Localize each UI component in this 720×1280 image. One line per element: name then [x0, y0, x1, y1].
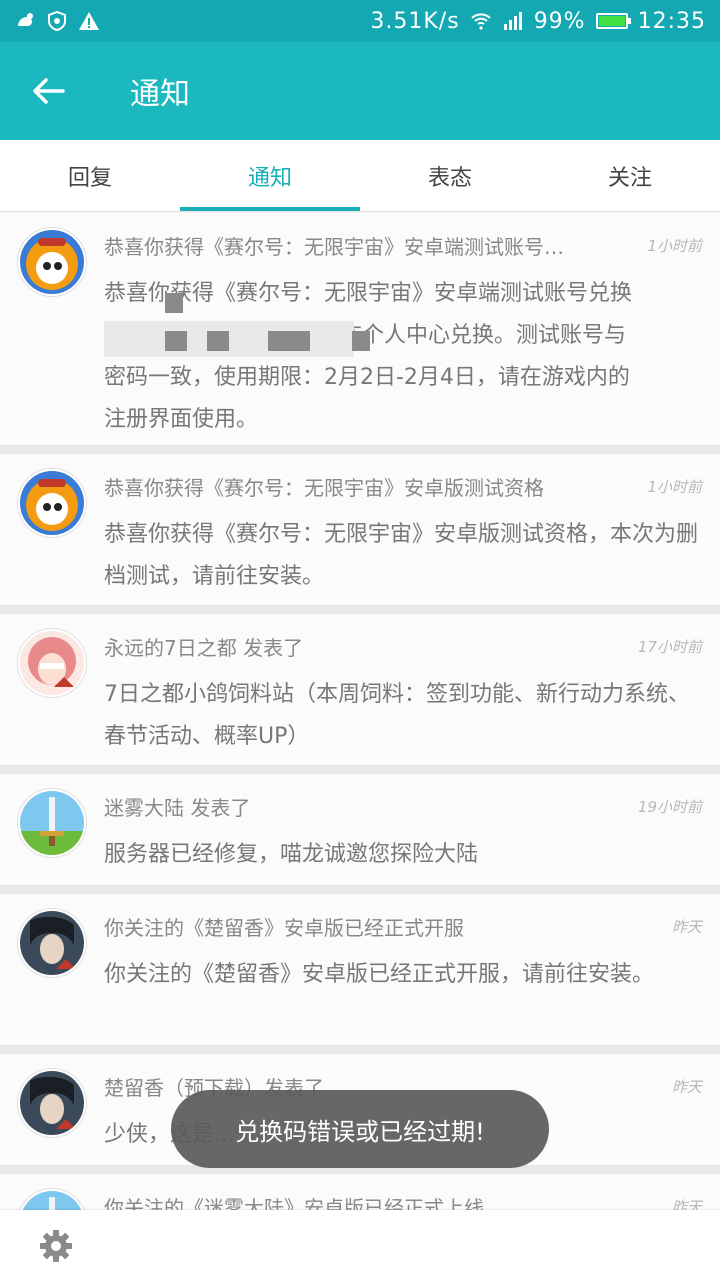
item-time: 17小时前 [637, 638, 702, 656]
tab-reply[interactable]: 回复 [0, 140, 180, 211]
item-body: 你关注的《楚留香》安卓版已经正式开服，请前往安装。 [104, 962, 655, 987]
divider [0, 1046, 720, 1054]
status-left-icons [14, 10, 100, 32]
item-title: 恭喜你获得《赛尔号：无限宇宙》安卓端测试账号… [104, 235, 564, 259]
item-title: 你关注的《楚留香》安卓版已经正式开服 [104, 916, 464, 940]
tab-bar: 回复 通知 表态 关注 [0, 140, 720, 212]
item-body: 恭喜你获得《赛尔号：无限宇宙》安卓版测试资格，本次为删档测试，请前往安装。 [104, 522, 699, 589]
sword-avatar [18, 789, 86, 857]
gear-icon[interactable] [38, 1228, 74, 1264]
list-item[interactable]: 恭喜你获得《赛尔号：无限宇宙》安卓版测试资格 1小时前 恭喜你获得《赛尔号：无限… [0, 454, 720, 606]
item-time: 昨天 [671, 918, 702, 936]
chuliuxiang-avatar [18, 1069, 86, 1137]
page-title: 通知 [130, 77, 190, 112]
status-right: 3.51K/s 99% 12:35 [370, 9, 706, 34]
list-item[interactable]: 永远的7日之都 发表了 17小时前 7日之都小鸽饲料站（本周饲料：签到功能、新行… [0, 614, 720, 766]
list-item[interactable]: 迷雾大陆 发表了 19小时前 服务器已经修复，喵龙诚邀您探险大陆 [0, 774, 720, 886]
redaction-block [165, 293, 183, 313]
divider [0, 886, 720, 894]
battery-fill [598, 16, 625, 26]
battery-icon [595, 13, 631, 29]
seer-avatar [18, 469, 86, 537]
item-title: 永远的7日之都 发表了 [104, 636, 304, 660]
redaction-block [268, 331, 310, 351]
app-bar: 通知 [0, 42, 720, 140]
seer-avatar [18, 228, 86, 296]
item-body: 服务器已经修复，喵龙诚邀您探险大陆 [104, 842, 479, 867]
list-item[interactable]: 你关注的《楚留香》安卓版已经正式开服 昨天 你关注的《楚留香》安卓版已经正式开服… [0, 894, 720, 1046]
battery-percent: 99% [533, 8, 586, 34]
tab-reaction[interactable]: 表态 [360, 140, 540, 211]
redaction-block [352, 331, 370, 351]
tab-follow[interactable]: 关注 [540, 140, 720, 211]
item-body: 恭喜你获得《赛尔号：无限宇宙》安卓端测试账号兑换 在个人中心兑换。测试账号与 密… [104, 273, 704, 441]
divider [0, 606, 720, 614]
item-title: 迷雾大陆 发表了 [104, 796, 251, 820]
squirrel-icon [18, 13, 33, 26]
list-item[interactable]: 恭喜你获得《赛尔号：无限宇宙》安卓端测试账号… 1小时前 恭喜你获得《赛尔号：无… [0, 213, 720, 446]
anime-girl-avatar [18, 629, 86, 697]
item-body-line: 恭喜你获得《赛尔号：无限宇宙》安卓端测试账号兑换 [104, 281, 633, 306]
shield-icon [48, 10, 66, 32]
back-button[interactable] [0, 42, 96, 140]
redaction-block [165, 331, 187, 351]
clock: 12:35 [637, 8, 706, 34]
tab-notice[interactable]: 通知 [180, 140, 360, 211]
warning-icon [79, 12, 99, 30]
redaction-block [104, 321, 354, 357]
wifi-icon [470, 13, 491, 30]
item-title: 恭喜你获得《赛尔号：无限宇宙》安卓版测试资格 [104, 476, 544, 500]
item-time: 19小时前 [637, 798, 702, 816]
notification-list: 恭喜你获得《赛尔号：无限宇宙》安卓端测试账号… 1小时前 恭喜你获得《赛尔号：无… [0, 213, 720, 1257]
item-body-line: 密码一致，使用期限：2月2日-2月4日，请在游戏内的 [104, 365, 630, 390]
item-time: 1小时前 [647, 478, 702, 496]
item-body-line: 注册界面使用。 [104, 407, 259, 432]
divider [0, 446, 720, 454]
chuliuxiang-avatar [18, 909, 86, 977]
bottom-bar [0, 1210, 720, 1280]
item-time: 昨天 [671, 1078, 702, 1096]
back-arrow-icon [33, 78, 65, 104]
status-bar: 3.51K/s 99% 12:35 [0, 0, 720, 42]
item-time: 1小时前 [647, 237, 702, 255]
toast-message: 兑换码错误或已经过期! [171, 1090, 549, 1168]
divider [0, 766, 720, 774]
signal-icon [503, 12, 522, 30]
redaction-block [207, 331, 229, 351]
item-body: 7日之都小鸽饲料站（本周饲料：签到功能、新行动力系统、春节活动、概率UP） [104, 682, 690, 749]
network-speed: 3.51K/s [370, 8, 460, 34]
